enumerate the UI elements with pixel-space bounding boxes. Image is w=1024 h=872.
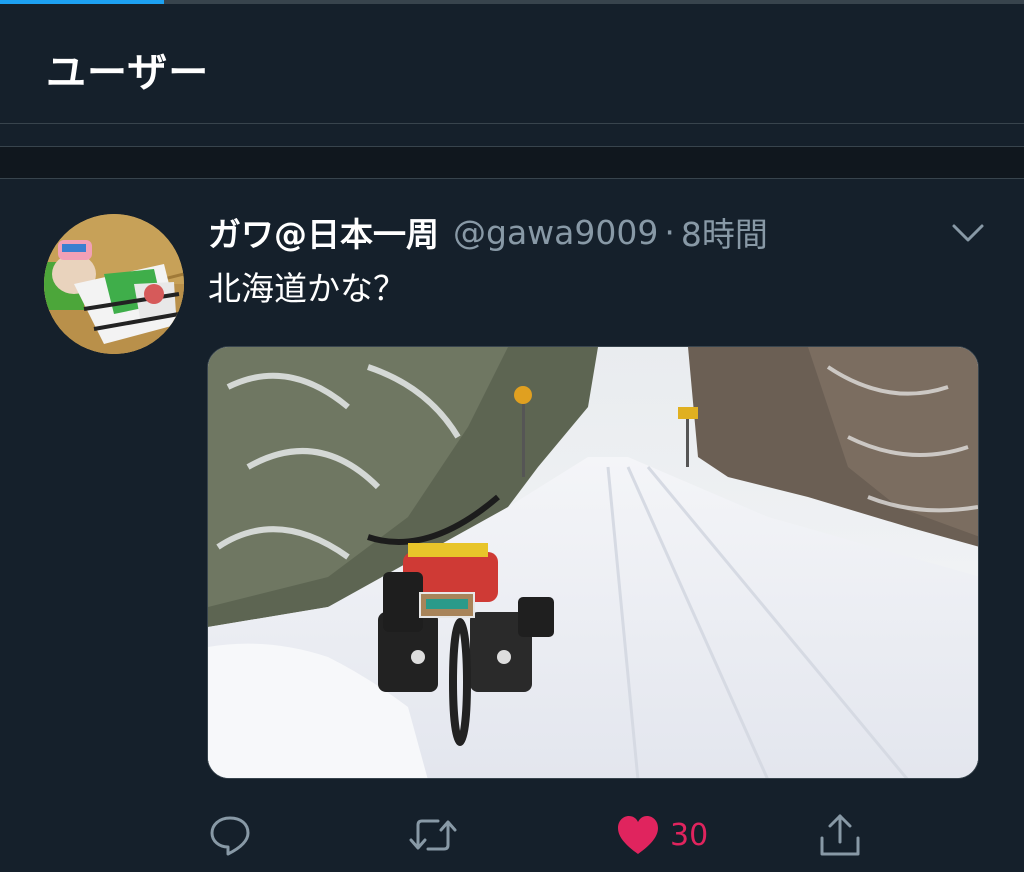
display-name[interactable]: ガワ@日本一周: [208, 208, 439, 256]
chevron-down-icon: [952, 224, 984, 242]
header-spacer: [0, 124, 1024, 147]
snowy-road-bicycle-photo: [208, 347, 978, 778]
page-header: ユーザー: [0, 4, 1024, 124]
section-separator: [0, 147, 1024, 179]
tweet-header: ガワ@日本一周 @gawa9009 · 8時間: [208, 208, 768, 256]
retweet-button[interactable]: [408, 806, 458, 864]
tweet-card[interactable]: ガワ@日本一周 @gawa9009 · 8時間 北海道かな？ 30: [0, 180, 1024, 872]
retweet-icon: [409, 819, 457, 851]
page-title: ユーザー: [46, 50, 210, 96]
like-button[interactable]: 30: [616, 806, 708, 864]
avatar[interactable]: [44, 214, 184, 354]
share-button[interactable]: [818, 806, 862, 864]
tweet-text: 北海道かな？: [208, 269, 406, 308]
separator-dot: ·: [664, 212, 675, 252]
user-handle[interactable]: @gawa9009: [453, 213, 658, 252]
like-count: 30: [670, 817, 709, 853]
reply-button[interactable]: [208, 806, 252, 864]
heart-icon: [618, 816, 658, 854]
reply-icon: [210, 816, 250, 856]
tweet-actions: 30: [190, 806, 890, 866]
tweet-photo[interactable]: [207, 346, 979, 779]
tweet-menu-button[interactable]: [948, 216, 988, 250]
user-avatar-icon: [44, 214, 184, 354]
share-icon: [820, 814, 860, 856]
timestamp[interactable]: 8時間: [681, 208, 768, 256]
